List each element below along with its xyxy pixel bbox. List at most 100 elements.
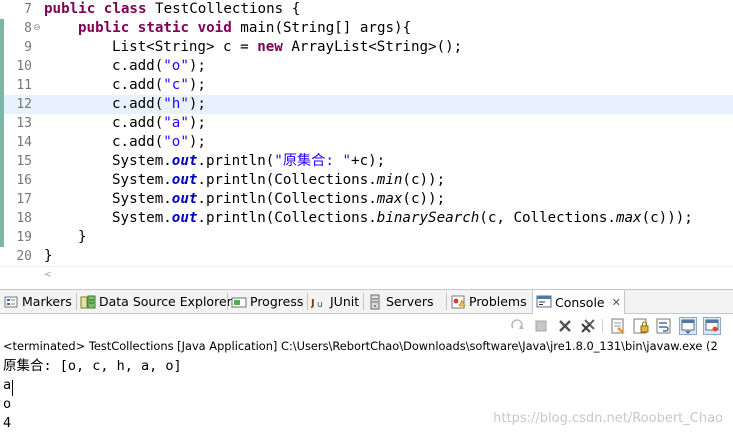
console-caret [12, 380, 13, 396]
code-token: (c, Collections. [479, 210, 616, 226]
code-text: List<String> c = new ArrayList<String>()… [112, 38, 462, 57]
line-number: 11 [16, 78, 32, 93]
code-line[interactable]: 17 System.out.println(Collections.max(c))… [0, 190, 733, 209]
scroll-left-arrow-icon[interactable]: < [44, 270, 52, 280]
tab-console[interactable]: Console ✕ [532, 290, 625, 314]
editor-horizontal-scrollbar[interactable]: < [0, 266, 733, 286]
close-tab-icon[interactable]: ✕ [612, 296, 621, 309]
tab-servers[interactable]: Servers [364, 290, 437, 313]
code-line[interactable]: 9 List<String> c = new ArrayList<String>(… [0, 38, 733, 57]
word-wrap-icon[interactable] [655, 317, 673, 335]
console-output-line: a [3, 377, 12, 393]
change-marker [0, 247, 4, 266]
code-token: +c); [351, 153, 386, 169]
watermark: https://blog.csdn.net/Roobert_Chao [493, 411, 723, 426]
code-text: public class TestCollections { [44, 0, 300, 19]
code-line[interactable]: 7 public class TestCollections { [0, 0, 733, 19]
tab-junit[interactable]: Ju JUnit [308, 290, 362, 313]
tab-separator [227, 293, 228, 310]
tab-label: JUnit [330, 294, 360, 309]
static-field-token: out [171, 153, 198, 169]
code-line[interactable]: 19} [0, 228, 733, 247]
console-output-line: 原集合: [o, c, h, a, o] [3, 358, 182, 374]
line-number: 14 [16, 135, 32, 150]
keyword-token: void [197, 20, 232, 36]
change-marker [0, 133, 4, 152]
string-token: "原集合: " [274, 153, 352, 169]
keyword-token: class [103, 1, 147, 17]
code-token: c.add( [112, 134, 164, 150]
tab-separator [76, 293, 77, 310]
code-line[interactable]: 14 c.add("o"); [0, 133, 733, 152]
line-number: 9 [24, 40, 32, 55]
static-method-token: max [615, 210, 642, 226]
line-number: 20 [16, 249, 32, 264]
remove-all-terminated-icon[interactable] [579, 317, 597, 335]
tab-label: Console [555, 294, 605, 310]
clear-console-icon[interactable] [609, 317, 627, 335]
change-marker [0, 19, 4, 38]
code-token: main(String[] args){ [231, 20, 412, 36]
code-line[interactable]: 20} [0, 247, 733, 266]
code-token: (c)); [402, 172, 446, 188]
code-line[interactable]: 13 c.add("a"); [0, 114, 733, 133]
tab-label: Servers [386, 294, 434, 309]
code-editor[interactable]: 7 public class TestCollections {8 ⊖ public … [0, 0, 733, 266]
line-number: 17 [16, 192, 32, 207]
tab-progress[interactable]: Progress [228, 290, 306, 313]
code-text: c.add("c"); [112, 76, 206, 95]
code-token: c.add( [112, 77, 164, 93]
fold-collapse-icon[interactable]: ⊖ [32, 22, 42, 35]
show-when-output-icon[interactable] [679, 317, 697, 335]
progress-icon [231, 294, 247, 310]
code-line[interactable]: 10 c.add("o"); [0, 57, 733, 76]
tab-data-source-explorer[interactable]: Data Source Explorer [77, 290, 235, 313]
code-text: c.add("a"); [112, 114, 206, 133]
junit-icon: Ju [310, 294, 327, 310]
code-token: ); [188, 77, 206, 93]
code-token: } [78, 229, 87, 245]
change-marker [0, 171, 4, 190]
string-token: "h" [163, 96, 189, 112]
string-token: "o" [163, 134, 189, 150]
remove-launch-icon[interactable] [556, 317, 574, 335]
keyword-token: public [78, 20, 130, 36]
code-token: ); [188, 58, 206, 74]
console-output-line: 4 [3, 415, 12, 431]
tab-markers[interactable]: Markers [0, 290, 75, 313]
views-tab-bar: Markers Data Source Explorer Progress Ju JUn… [0, 289, 733, 314]
code-token: c.add( [112, 58, 164, 74]
tab-label: Progress [250, 294, 304, 309]
static-method-token: min [376, 172, 403, 188]
static-method-token: max [376, 191, 403, 207]
code-token: List<String> c = [112, 39, 258, 55]
line-number: 12 [16, 97, 32, 112]
change-marker [0, 190, 4, 209]
change-marker [0, 152, 4, 171]
code-text: System.out.println(Collections.min(c)); [112, 171, 445, 190]
tab-problems[interactable]: Problems [447, 290, 530, 313]
pin-console-icon[interactable] [703, 317, 721, 335]
code-token: ); [188, 134, 206, 150]
change-marker [0, 228, 4, 247]
code-line[interactable]: 8 ⊖ public static void main(String[] args)… [0, 19, 733, 38]
tab-label: Markers [22, 294, 72, 309]
svg-text:u: u [317, 300, 323, 310]
code-line[interactable]: 15 System.out.println("原集合: "+c); [0, 152, 733, 171]
code-line[interactable]: 11 c.add("c"); [0, 76, 733, 95]
scroll-lock-icon[interactable] [632, 317, 650, 335]
code-token: System. [112, 191, 172, 207]
code-text: c.add("o"); [112, 133, 206, 152]
code-line[interactable]: 16 System.out.println(Collections.min(c))… [0, 171, 733, 190]
code-line[interactable]: 18 System.out.println(Collections.binaryS… [0, 209, 733, 228]
code-text: c.add("o"); [112, 57, 206, 76]
code-token: .println(Collections. [197, 172, 377, 188]
console-toolbar [0, 314, 733, 338]
tab-label: Problems [469, 294, 527, 309]
code-line[interactable]: 12 c.add("h"); [0, 95, 733, 114]
change-marker [0, 209, 4, 228]
stop-icon[interactable] [532, 317, 550, 335]
code-token: System. [112, 172, 172, 188]
terminate-relaunch-icon[interactable] [508, 317, 526, 335]
